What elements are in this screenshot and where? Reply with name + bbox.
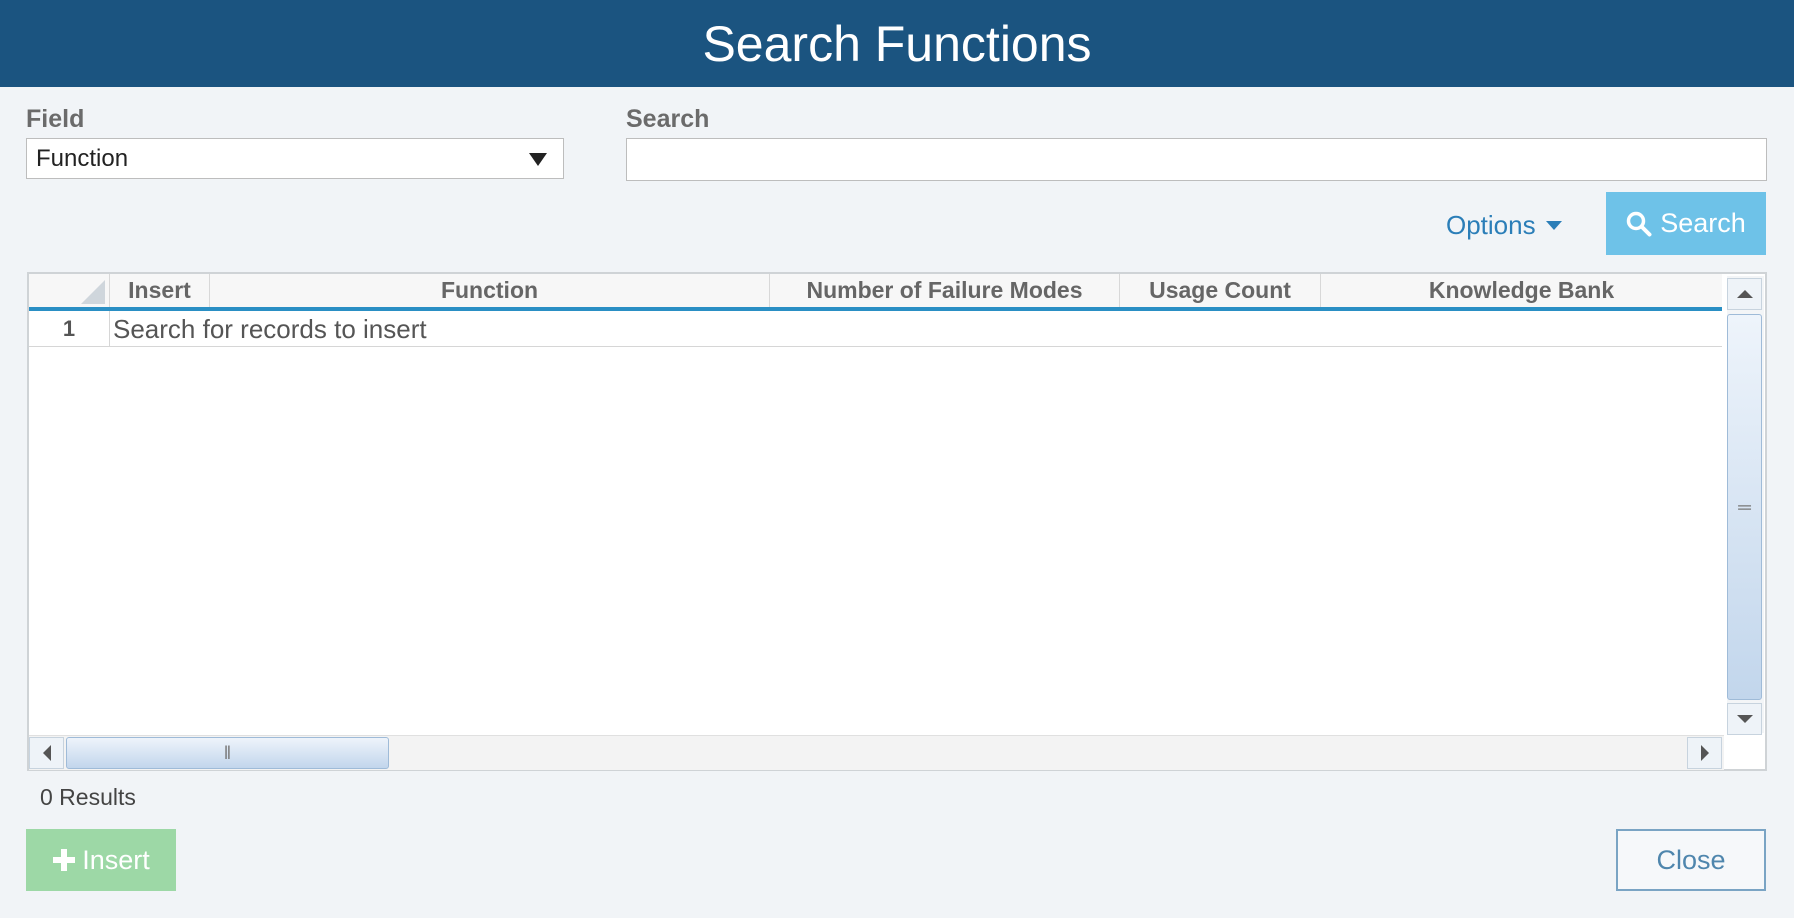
- search-icon: [1626, 211, 1652, 236]
- scroll-down-button[interactable]: [1727, 703, 1762, 735]
- column-header-knowledge-bank[interactable]: Knowledge Bank: [1321, 274, 1722, 307]
- options-dropdown[interactable]: Options: [1446, 206, 1562, 244]
- arrow-up-icon: [1736, 290, 1753, 298]
- dialog-title: Search Functions: [702, 15, 1092, 72]
- scroll-left-button[interactable]: [29, 737, 64, 769]
- horizontal-scroll-thumb[interactable]: ‖: [66, 737, 389, 769]
- column-header-number-of-failure-modes[interactable]: Number of Failure Modes: [770, 274, 1120, 307]
- grid-header: Insert Function Number of Failure Modes …: [29, 274, 1722, 311]
- field-select[interactable]: Function: [26, 138, 564, 179]
- chevron-down-icon: [529, 153, 547, 166]
- horizontal-scrollbar[interactable]: ‖: [29, 735, 1724, 770]
- plus-icon: [53, 849, 76, 871]
- insert-button[interactable]: Insert: [26, 829, 176, 891]
- field-label: Field: [26, 105, 85, 133]
- search-button-label: Search: [1660, 208, 1746, 238]
- scroll-right-button[interactable]: [1687, 737, 1722, 769]
- insert-button-label: Insert: [82, 844, 150, 875]
- empty-grid-message: Search for records to insert: [113, 313, 427, 344]
- table-row[interactable]: 1 Search for records to insert: [29, 311, 1722, 347]
- arrow-left-icon: [42, 745, 51, 761]
- row-number: 1: [29, 311, 110, 347]
- close-button-label: Close: [1656, 844, 1726, 875]
- column-header-function[interactable]: Function: [210, 274, 770, 307]
- select-all-corner[interactable]: [29, 274, 110, 307]
- results-grid: Insert Function Number of Failure Modes …: [27, 272, 1767, 771]
- dialog-title-bar: Search Functions: [0, 0, 1794, 87]
- column-header-insert[interactable]: Insert: [110, 274, 210, 307]
- scroll-up-button[interactable]: [1727, 278, 1762, 310]
- search-button[interactable]: Search: [1606, 192, 1766, 255]
- results-count: 0 Results: [40, 784, 136, 810]
- arrow-right-icon: [1700, 745, 1709, 761]
- arrow-down-icon: [1736, 715, 1753, 723]
- column-header-usage-count[interactable]: Usage Count: [1120, 274, 1321, 307]
- grip-icon: ═: [1738, 496, 1751, 517]
- search-input[interactable]: [626, 138, 1767, 181]
- vertical-scrollbar[interactable]: ═: [1727, 276, 1764, 735]
- search-label: Search: [626, 105, 710, 133]
- chevron-down-icon: [1545, 220, 1562, 230]
- options-label: Options: [1446, 209, 1536, 240]
- vertical-scroll-thumb[interactable]: ═: [1727, 314, 1762, 700]
- field-select-value: Function: [36, 144, 129, 172]
- close-button[interactable]: Close: [1616, 829, 1766, 891]
- grip-icon: ‖: [223, 742, 232, 763]
